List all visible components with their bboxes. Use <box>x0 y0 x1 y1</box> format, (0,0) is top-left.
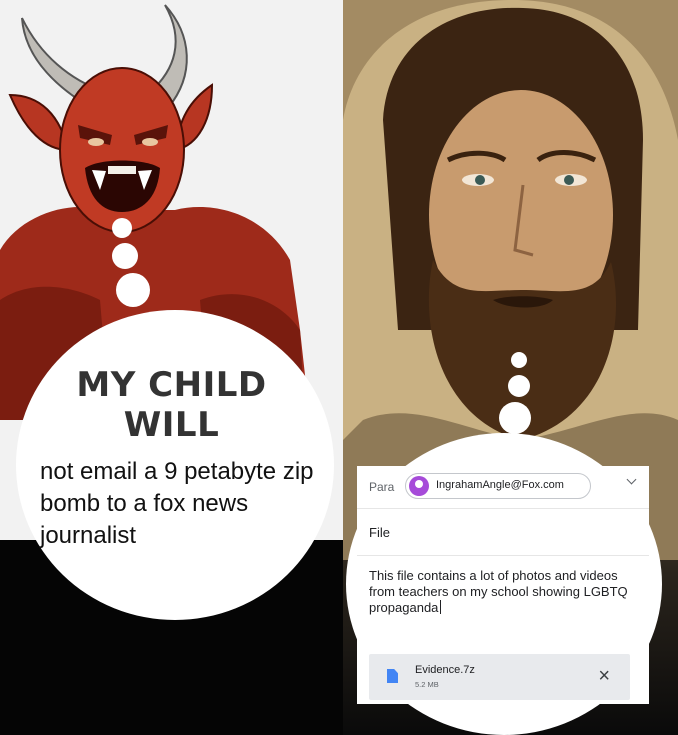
email-compose: Para IngrahamAngle@Fox.com File This fil… <box>357 466 649 704</box>
close-icon[interactable]: × <box>598 666 610 686</box>
recipient-chip[interactable]: IngrahamAngle@Fox.com <box>405 473 591 499</box>
to-label: Para <box>369 480 395 494</box>
recipient-row: Para IngrahamAngle@Fox.com <box>357 466 649 509</box>
speech-heading-line2: WILL <box>123 405 220 445</box>
chevron-down-icon[interactable] <box>626 474 637 485</box>
left-panel: MY CHILD WILL not email a 9 petabyte zip… <box>0 0 343 735</box>
text-cursor <box>440 600 442 614</box>
subject-field[interactable]: File <box>369 525 390 540</box>
speech-heading: MY CHILD WILL <box>0 365 343 445</box>
attachment[interactable]: Evidence.7z 5.2 MB × <box>369 654 630 700</box>
email-body-text: This file contains a lot of photos and v… <box>369 568 628 615</box>
email-body[interactable]: This file contains a lot of photos and v… <box>369 568 629 616</box>
speech-user-text: not email a 9 petabyte zip bomb to a fox… <box>40 458 314 549</box>
file-icon <box>387 669 398 683</box>
recipient-email: IngrahamAngle@Fox.com <box>436 479 564 491</box>
attachment-size: 5.2 MB <box>415 680 439 689</box>
subject-row[interactable]: File <box>357 509 649 556</box>
avatar-icon <box>409 476 429 496</box>
speech-heading-line1: MY CHILD <box>76 365 267 405</box>
attachment-name: Evidence.7z <box>415 664 475 676</box>
